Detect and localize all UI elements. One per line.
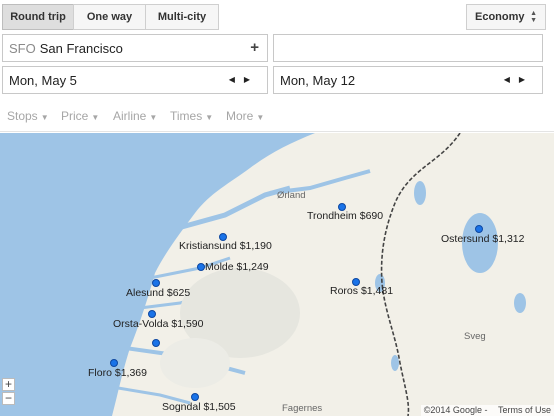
destination-label[interactable]: Molde $1,249 <box>205 261 269 273</box>
round-trip-button[interactable]: Round trip <box>2 4 74 30</box>
multi-city-button[interactable]: Multi-city <box>145 4 219 30</box>
stops-filter-label: Stops <box>7 109 38 123</box>
times-filter[interactable]: Times ▼ <box>170 109 213 123</box>
more-filter[interactable]: More ▼ <box>226 109 264 123</box>
destination-label[interactable]: Roros $1,481 <box>330 285 393 297</box>
destination-label[interactable]: Alesund $625 <box>126 287 190 299</box>
map-pin-icon[interactable] <box>152 339 160 347</box>
times-filter-label: Times <box>170 109 203 123</box>
destination-label[interactable]: Orsta-Volda $1,590 <box>113 318 204 330</box>
map-background <box>0 133 526 416</box>
return-date-field[interactable]: Mon, May 12 ◀▶ <box>273 66 543 94</box>
map-view[interactable]: Trondheim $690 Kristiansund $1,190 Molde… <box>0 133 554 416</box>
destination-label[interactable]: Sogndal $1,505 <box>162 401 236 413</box>
select-arrows-icon: ▲ ▼ <box>530 10 537 24</box>
map-pin-icon[interactable] <box>191 393 199 401</box>
price-filter-label: Price <box>61 109 89 123</box>
map-pin-icon[interactable] <box>475 225 483 233</box>
place-label: Sveg <box>464 331 486 342</box>
depart-date-field[interactable]: Mon, May 5 ◀▶ <box>2 66 268 94</box>
map-pin-icon[interactable] <box>197 263 205 271</box>
date-nav-arrows-icon[interactable]: ◀▶ <box>504 75 534 84</box>
more-filter-label: More <box>226 109 254 123</box>
zoom-out-button[interactable]: − <box>2 392 15 405</box>
airline-filter[interactable]: Airline ▼ <box>113 109 157 123</box>
zoom-in-button[interactable]: + <box>2 378 15 391</box>
caret-down-icon: ▼ <box>205 113 214 122</box>
caret-down-icon: ▼ <box>256 113 265 122</box>
map-pin-icon[interactable] <box>110 359 118 367</box>
airline-filter-label: Airline <box>113 109 147 123</box>
cabin-class-select[interactable]: Economy ▲ ▼ <box>466 4 546 30</box>
map-attribution: ©2014 Google - Terms of Use <box>420 405 554 416</box>
top-bar: Round trip One way Multi-city Economy ▲ ▼ <box>0 0 554 34</box>
return-date-value: Mon, May 12 <box>280 72 356 88</box>
destination-label[interactable]: Ostersund $1,312 <box>441 233 525 245</box>
destination-label[interactable]: Floro $1,369 <box>88 367 147 379</box>
price-filter[interactable]: Price ▼ <box>61 109 99 123</box>
caret-down-icon: ▼ <box>91 113 100 122</box>
terms-link[interactable]: Terms of Use <box>498 405 551 415</box>
destination-field[interactable] <box>273 34 543 62</box>
date-nav-arrows-icon[interactable]: ◀▶ <box>229 75 259 84</box>
place-label: Fagernes <box>282 403 323 414</box>
map-pin-icon[interactable] <box>152 279 160 287</box>
destination-label[interactable]: Trondheim $690 <box>307 210 383 222</box>
origin-code: SFO <box>9 40 36 56</box>
add-origin-icon[interactable]: + <box>250 39 259 56</box>
copyright-text: ©2014 Google - <box>423 405 488 415</box>
one-way-button[interactable]: One way <box>73 4 146 30</box>
stops-filter[interactable]: Stops ▼ <box>7 109 49 123</box>
destination-label[interactable]: Kristiansund $1,190 <box>179 240 272 252</box>
place-label: Ørland <box>277 190 306 201</box>
map-pin-icon[interactable] <box>148 310 156 318</box>
caret-down-icon: ▼ <box>40 113 49 122</box>
depart-date-value: Mon, May 5 <box>9 72 77 88</box>
filter-bar: Stops ▼ Price ▼ Airline ▼ Times ▼ More ▼ <box>0 100 554 132</box>
cabin-class-label: Economy <box>475 11 525 23</box>
origin-city: San Francisco <box>39 40 123 56</box>
caret-down-icon: ▼ <box>149 113 158 122</box>
origin-field[interactable]: SFO San Francisco + <box>2 34 268 62</box>
